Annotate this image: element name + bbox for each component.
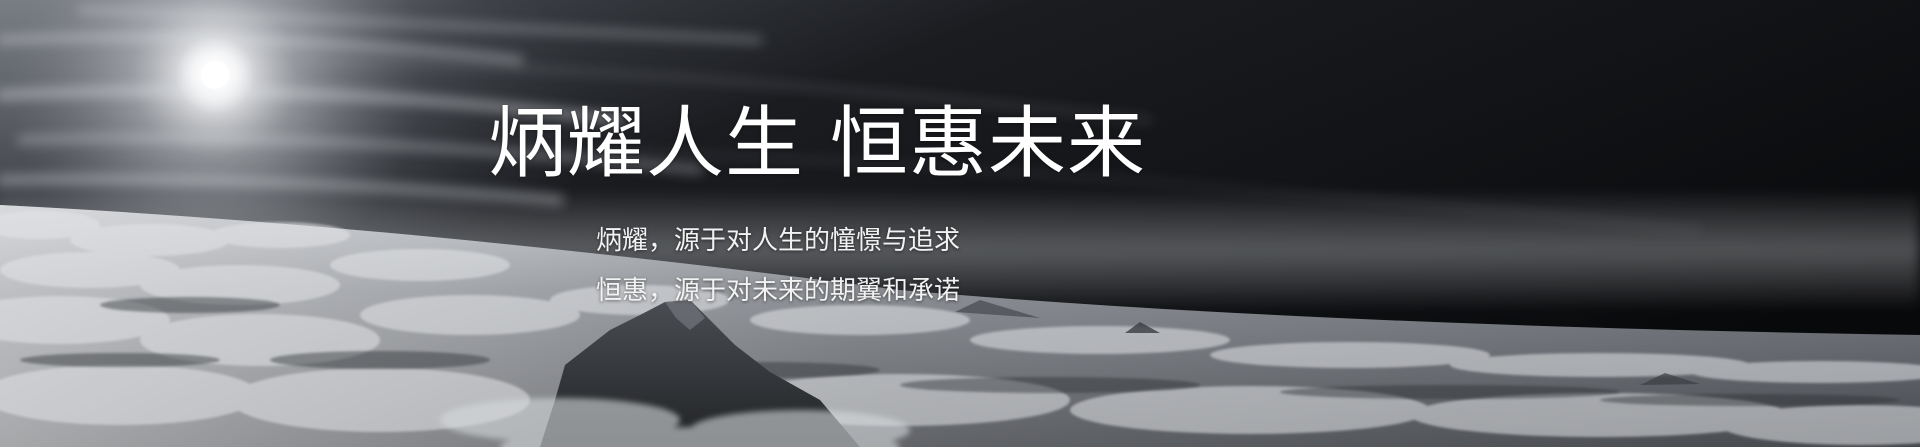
hero-title-part1: 炳耀人生: [488, 99, 805, 189]
hero-banner: 炳耀人生 恒惠未来 炳耀，源于对人生的憧憬与追求 恒惠，源于对未来的期翼和承诺: [0, 0, 1920, 447]
hero-tagline-1: 炳耀，源于对人生的憧憬与追求: [596, 226, 961, 256]
hero-title: 炳耀人生 恒惠未来: [488, 105, 1146, 183]
hero-tagline-2: 恒惠，源于对未来的期翼和承诺: [596, 276, 961, 306]
hero-title-part2: 恒惠未来: [830, 99, 1147, 189]
sky-clouds-background: [0, 0, 1920, 447]
